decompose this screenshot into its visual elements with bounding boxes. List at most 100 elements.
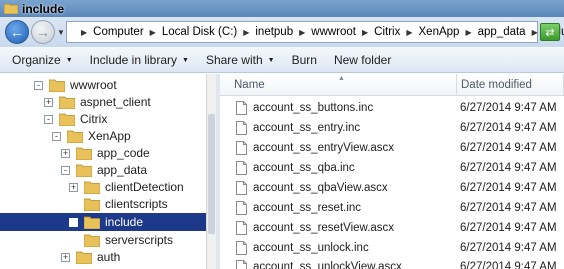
tree-item-label: app_code [97, 146, 150, 160]
file-row[interactable]: account_ss_unlockView.ascx 6/27/2014 9:4… [220, 257, 564, 269]
file-row[interactable]: account_ss_reset.inc 6/27/2014 9:47 AM [220, 198, 564, 218]
tree-item-xenapp[interactable]: - XenApp [52, 127, 131, 145]
share-with-menu[interactable]: Share with ▼ [206, 53, 275, 67]
back-button[interactable]: ← [5, 20, 29, 44]
tree-item-include[interactable]: include [0, 213, 206, 231]
file-name: account_ss_unlock.inc [253, 242, 369, 254]
scrollbar-thumb[interactable] [208, 114, 215, 234]
tree-item-citrix[interactable]: - Citrix [44, 110, 107, 128]
file-row[interactable]: account_ss_resetView.ascx 6/27/2014 9:47… [220, 218, 564, 238]
expand-toggle[interactable]: + [69, 182, 78, 192]
folder-icon [76, 164, 92, 177]
chevron-right-icon[interactable]: ▶ [150, 28, 156, 37]
new-folder-button[interactable]: New folder [334, 53, 391, 67]
file-date-modified: 6/27/2014 9:47 AM [460, 142, 557, 154]
address-row: ← → ▼ ▶ Computer ▶ Local Disk (C:) ▶ ine… [0, 17, 564, 47]
organize-label: Organize [12, 52, 61, 67]
breadcrumb-local-disk[interactable]: Local Disk (C:) [162, 26, 237, 38]
arrow-left-icon: ← [10, 24, 24, 40]
chevron-right-icon[interactable]: ▶ [532, 28, 538, 37]
file-date-modified: 6/27/2014 9:47 AM [460, 261, 557, 269]
file-name: account_ss_reset.inc [253, 202, 362, 214]
breadcrumb-citrix[interactable]: Citrix [374, 26, 400, 38]
folder-icon [4, 3, 18, 14]
burn-button[interactable]: Burn [292, 53, 317, 67]
refresh-icon: ⇄ [545, 26, 555, 39]
expand-toggle[interactable]: + [61, 148, 70, 158]
tree-item-wwwroot[interactable]: - wwwroot [34, 76, 117, 94]
breadcrumb-app-data[interactable]: app_data [478, 26, 526, 38]
chevron-right-icon[interactable]: ▶ [406, 28, 412, 37]
folder-icon [59, 96, 75, 109]
tree-item-label: serverscripts [105, 233, 174, 247]
file-list: ▲ Name Date modified account_ss_buttons.… [220, 74, 564, 269]
chevron-right-icon[interactable]: ▶ [362, 28, 368, 37]
file-name: account_ss_entry.inc [253, 122, 361, 134]
file-date-modified: 6/27/2014 9:47 AM [460, 182, 557, 194]
title-bar: include [0, 0, 564, 17]
file-icon [236, 241, 247, 255]
tree-item-label: Citrix [80, 112, 108, 126]
chevron-right-icon[interactable]: ▶ [299, 28, 305, 37]
file-row[interactable]: account_ss_entry.inc 6/27/2014 9:47 AM [220, 118, 564, 138]
column-header-name[interactable]: ▲ Name [220, 74, 457, 96]
folder-icon [84, 216, 100, 229]
share-with-label: Share with [205, 52, 263, 67]
breadcrumb-inetpub[interactable]: inetpub [255, 26, 293, 38]
recent-pages-dropdown[interactable]: ▼ [57, 28, 65, 37]
breadcrumb-wwwroot[interactable]: wwwroot [311, 26, 356, 38]
navigation-scrollbar[interactable] [206, 74, 216, 269]
collapse-toggle[interactable]: - [34, 80, 43, 90]
tree-item-label: clientDetection [105, 180, 184, 194]
chevron-down-icon: ▼ [182, 56, 189, 64]
file-date-modified: 6/27/2014 9:47 AM [460, 202, 557, 214]
tree-item-auth[interactable]: + auth [61, 248, 120, 266]
refresh-button[interactable]: ⇄ [540, 23, 560, 41]
tree-item-clientscripts[interactable]: clientscripts [69, 195, 168, 213]
file-icon [236, 201, 247, 215]
organize-menu[interactable]: Organize ▼ [12, 53, 73, 67]
breadcrumb-xenapp[interactable]: XenApp [419, 26, 460, 38]
tree-item-clientdetection[interactable]: + clientDetection [69, 178, 184, 196]
file-row[interactable]: account_ss_buttons.inc 6/27/2014 9:47 AM [220, 98, 564, 118]
include-in-library-menu[interactable]: Include in library ▼ [90, 53, 189, 67]
folder-icon [84, 181, 100, 194]
collapse-toggle[interactable]: - [44, 114, 53, 124]
tree-item-label: auth [97, 250, 121, 264]
tree-item-serverscripts[interactable]: serverscripts [69, 231, 173, 249]
file-row[interactable]: account_ss_unlock.inc 6/27/2014 9:47 AM [220, 238, 564, 258]
forward-button[interactable]: → [31, 20, 55, 44]
chevron-right-icon[interactable]: ▶ [81, 28, 87, 37]
tree-item-app-data[interactable]: - app_data [61, 161, 147, 179]
navigation-pane: - wwwroot + aspnet_client - Citrix - Xen… [0, 74, 216, 269]
expand-toggle[interactable]: + [61, 252, 70, 262]
window-title: include [22, 1, 65, 16]
folder-icon [59, 113, 75, 126]
tree-item-label: XenApp [88, 129, 131, 143]
file-row[interactable]: account_ss_qba.inc 6/27/2014 9:47 AM [220, 158, 564, 178]
address-bar[interactable]: ▶ Computer ▶ Local Disk (C:) ▶ inetpub ▶… [66, 21, 564, 43]
no-expander [69, 235, 78, 245]
file-date-modified: 6/27/2014 9:47 AM [460, 102, 557, 114]
tree-item-label: clientscripts [105, 197, 168, 211]
file-row[interactable]: account_ss_entryView.ascx 6/27/2014 9:47… [220, 138, 564, 158]
column-header-date-modified[interactable]: Date modified [457, 74, 564, 96]
expand-toggle[interactable]: + [44, 97, 53, 107]
tree-item-label: aspnet_client [80, 95, 151, 109]
chevron-right-icon[interactable]: ▶ [243, 28, 249, 37]
folder-icon [76, 251, 92, 264]
no-expander [69, 199, 78, 209]
sort-ascending-icon: ▲ [338, 75, 345, 82]
folder-icon [67, 130, 83, 143]
collapse-toggle[interactable]: - [61, 165, 70, 175]
tree-item-app-code[interactable]: + app_code [61, 144, 150, 162]
file-row[interactable]: account_ss_qbaView.ascx 6/27/2014 9:47 A… [220, 178, 564, 198]
file-name: account_ss_buttons.inc [253, 102, 374, 114]
breadcrumb-computer[interactable]: Computer [93, 26, 144, 38]
chevron-right-icon[interactable]: ▶ [465, 28, 471, 37]
tree-item-aspnet-client[interactable]: + aspnet_client [44, 93, 151, 111]
tree-item-label: include [105, 215, 144, 229]
collapse-toggle[interactable]: - [52, 131, 61, 141]
file-name: account_ss_entryView.ascx [253, 142, 395, 154]
file-icon [236, 141, 247, 155]
